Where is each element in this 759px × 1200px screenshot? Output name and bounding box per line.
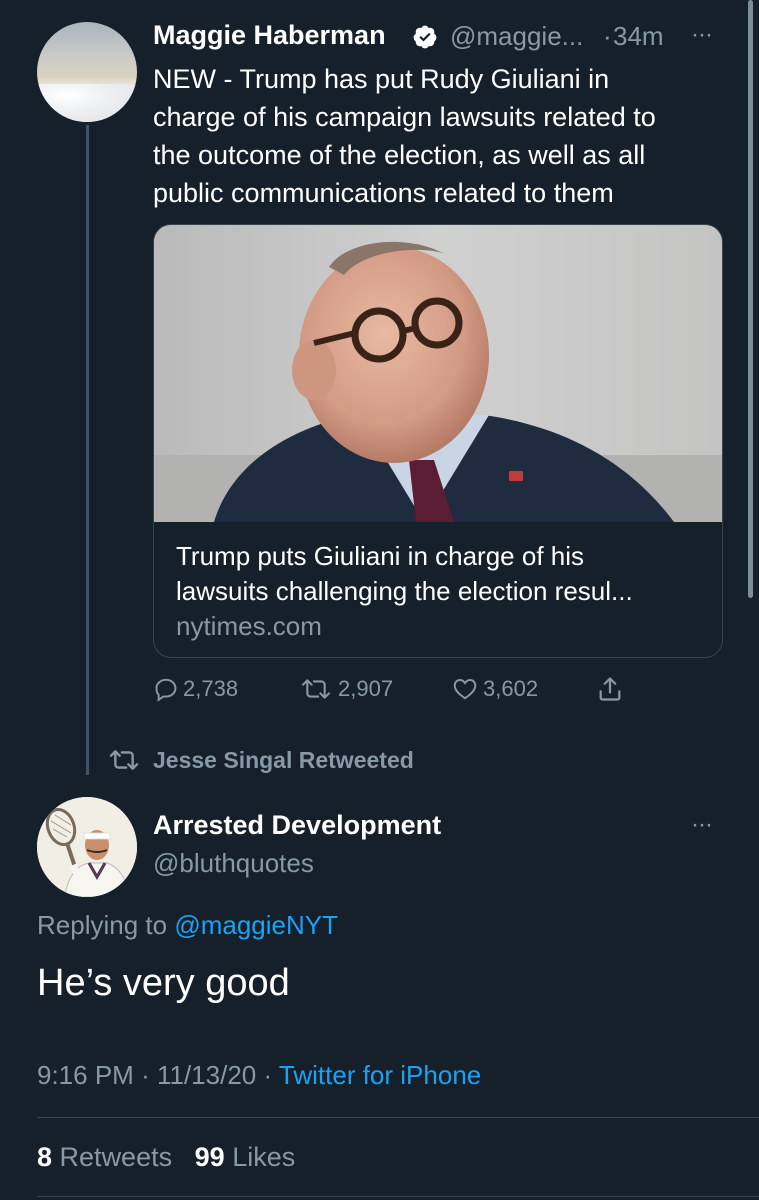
divider bbox=[37, 1117, 759, 1118]
like-button[interactable]: 3,602 bbox=[451, 674, 538, 704]
tweet-body: He’s very good bbox=[37, 962, 290, 1004]
replying-to: Replying to @maggieNYT bbox=[37, 910, 338, 941]
share-icon bbox=[599, 677, 621, 701]
tweet-metadata: 9:16 PM · 11/13/20 · Twitter for iPhone bbox=[37, 1060, 481, 1091]
replying-to-handle-link[interactable]: @maggieNYT bbox=[174, 910, 338, 940]
separator-dot: · bbox=[603, 21, 612, 51]
avatar-illustration bbox=[37, 797, 137, 897]
separator-dot: · bbox=[141, 1060, 150, 1090]
tweet-thread-screen: Maggie Haberman @maggie... · 34m ··· NEW… bbox=[0, 0, 759, 1200]
retweets-label: Retweets bbox=[59, 1142, 173, 1172]
avatar[interactable] bbox=[37, 797, 137, 897]
card-title: Trump puts Giuliani in charge of his law… bbox=[176, 539, 711, 609]
like-count: 3,602 bbox=[483, 676, 539, 701]
tweet-body-line: NEW - Trump has put Rudy Giuliani in bbox=[153, 64, 610, 94]
retweet-count: 2,907 bbox=[338, 676, 394, 701]
thread-connector-line bbox=[86, 125, 89, 775]
tweet-body-line: the outcome of the election, as well as … bbox=[153, 140, 646, 170]
tweet-body-line: charge of his campaign lawsuits related … bbox=[153, 102, 656, 132]
tweet-time: 9:16 PM bbox=[37, 1060, 134, 1090]
like-icon bbox=[453, 679, 477, 700]
reply-icon bbox=[155, 678, 177, 702]
tweet-body: NEW - Trump has put Rudy Giuliani in cha… bbox=[153, 60, 728, 212]
tweet-body-line: public communications related to them bbox=[153, 178, 614, 208]
tweet-source-link[interactable]: Twitter for iPhone bbox=[279, 1060, 481, 1090]
engagement-stats: 8 Retweets 99 Likes bbox=[37, 1142, 295, 1173]
author-name[interactable]: Maggie Haberman bbox=[153, 20, 386, 51]
likes-stat[interactable]: 99 Likes bbox=[195, 1142, 296, 1172]
scrollbar[interactable] bbox=[748, 0, 753, 598]
author-handle[interactable]: @bluthquotes bbox=[153, 848, 314, 879]
author-handle[interactable]: @maggie... bbox=[450, 21, 583, 52]
like-count: 99 bbox=[194, 1142, 225, 1172]
retweets-stat[interactable]: 8 Retweets bbox=[37, 1142, 172, 1172]
author-name[interactable]: Arrested Development bbox=[153, 810, 441, 841]
link-preview-card[interactable]: Trump puts Giuliani in charge of his law… bbox=[153, 224, 723, 658]
more-icon[interactable]: ··· bbox=[691, 811, 713, 839]
tweet-date: 11/13/20 bbox=[156, 1060, 257, 1090]
reply-count: 2,738 bbox=[183, 676, 239, 701]
retweet-count: 8 bbox=[37, 1142, 53, 1172]
card-title-line: Trump puts Giuliani in charge of his bbox=[176, 541, 585, 571]
tweet-time[interactable]: 34m bbox=[613, 21, 664, 52]
card-domain: nytimes.com bbox=[176, 611, 322, 641]
more-icon[interactable]: ··· bbox=[691, 21, 713, 49]
separator-dot: · bbox=[263, 1060, 273, 1090]
retweeted-by-label[interactable]: Jesse Singal Retweeted bbox=[153, 747, 414, 774]
replying-to-label: Replying to bbox=[37, 910, 168, 940]
share-button[interactable] bbox=[596, 674, 624, 704]
retweet-icon bbox=[301, 679, 331, 699]
article-photo bbox=[154, 225, 722, 522]
likes-label: Likes bbox=[232, 1142, 296, 1172]
retweet-button[interactable]: 2,907 bbox=[298, 674, 393, 704]
reply-button[interactable]: 2,738 bbox=[153, 674, 238, 704]
verified-badge-icon bbox=[413, 25, 437, 49]
divider bbox=[37, 1196, 759, 1197]
retweet-icon bbox=[109, 750, 139, 770]
card-title-line: lawsuits challenging the election resul.… bbox=[176, 576, 633, 606]
avatar[interactable] bbox=[37, 22, 137, 122]
